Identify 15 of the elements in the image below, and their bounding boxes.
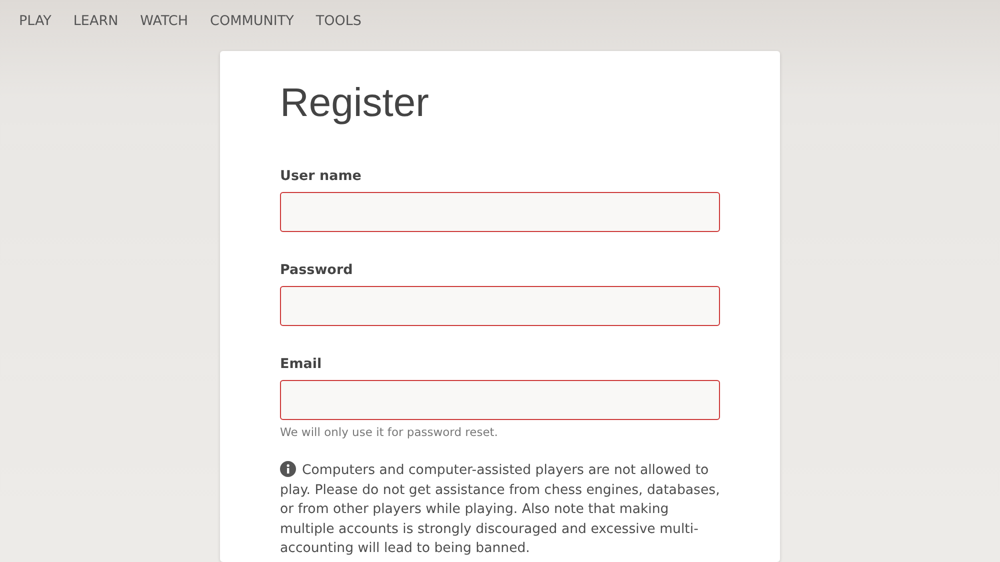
nav-link[interactable]: LEARN (62, 13, 130, 29)
field-label: Password (280, 262, 354, 278)
input-field[interactable] (280, 380, 720, 420)
info-icon (280, 461, 296, 477)
nav-link[interactable]: WATCH (129, 13, 200, 29)
nav-link[interactable]: TOOLS (304, 13, 372, 29)
help-text: We will only use it for password reset. (280, 425, 499, 439)
nav-link[interactable]: PLAY (8, 13, 62, 29)
input-field[interactable] (280, 286, 720, 326)
field-label: User name (280, 168, 362, 184)
nav-link[interactable]: COMMUNITY (199, 13, 305, 29)
page-title: Register (280, 81, 430, 126)
field-label: Email (280, 356, 323, 372)
notice-text: Computers and computer-assisted players are not allowed to play. Please do not get assistance from chess engines, databases, or from other players while playing. Also note that making multiple accounts is strongly discouraged and excessive multi-accounting will lead to being banned. (280, 461, 720, 558)
input-field[interactable] (280, 192, 720, 232)
